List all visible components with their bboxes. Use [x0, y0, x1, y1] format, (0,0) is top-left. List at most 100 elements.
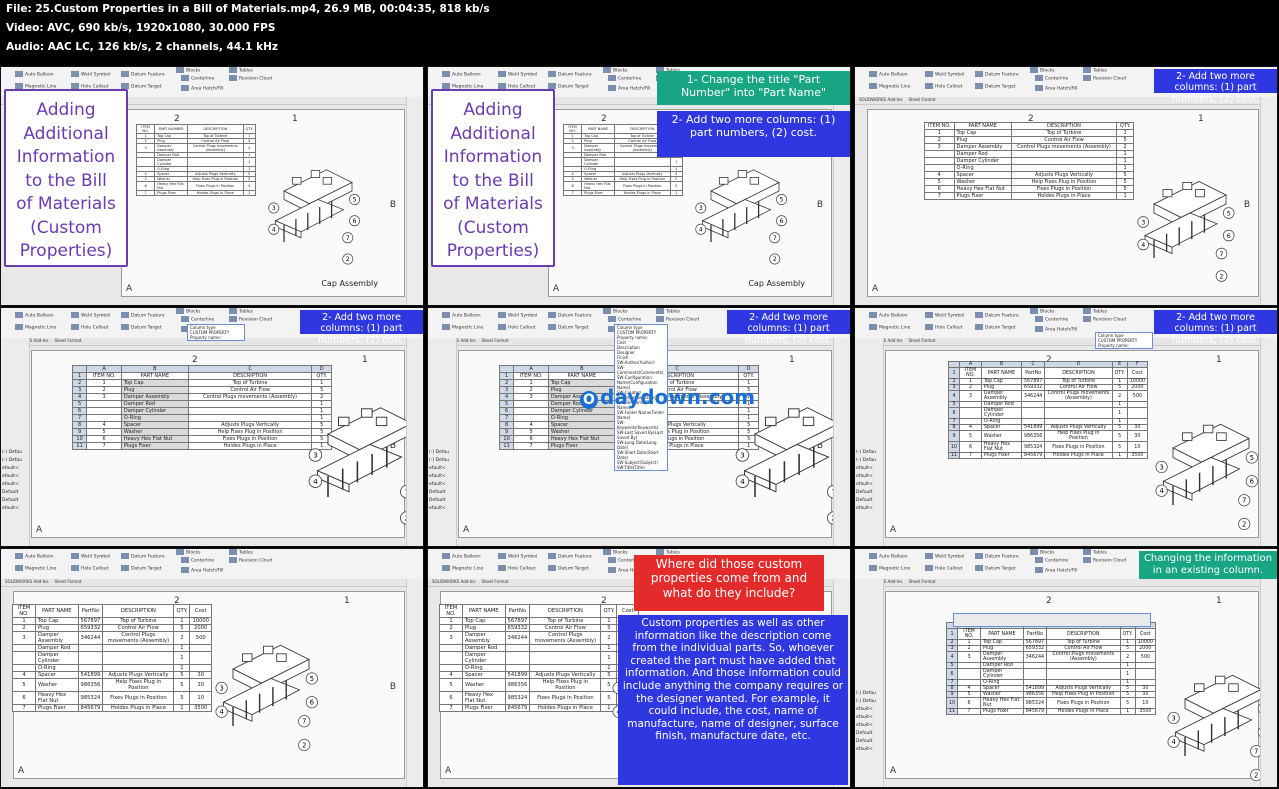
magnetic-line-button[interactable]: Magnetic Line [869, 83, 910, 90]
column-letter[interactable]: A [513, 365, 549, 373]
table-row[interactable]: 4 3 Damper Assembly 346244 Control Plugs mov… [947, 390, 1149, 402]
column-header[interactable]: PartNo [504, 604, 531, 618]
blocks-label[interactable]: Blocks [603, 549, 628, 556]
column-header[interactable]: DESCRIPTION [1046, 628, 1121, 640]
revision-cloud-button[interactable]: Revision Cloud [1083, 557, 1126, 564]
hole-callout-button[interactable]: Hole Callout [71, 324, 108, 331]
table-row[interactable]: 6 Heavy Hex Flat Nut Fixes Plugs in Positi… [135, 181, 257, 191]
bill-of-materials-table[interactable]: ITEM NO. PART NUMBER DESCRIPTION QTY. 1 Top C… [135, 124, 257, 196]
table-row[interactable]: Damper Cylinder 1 [924, 157, 1134, 165]
auto-balloon-button[interactable]: Auto Balloon [442, 553, 481, 560]
feature-tree-item[interactable]: (-) Defau [429, 450, 449, 455]
column-letter[interactable]: A [86, 365, 122, 373]
centerline-button[interactable]: Centerline [608, 316, 641, 323]
table-row[interactable]: O-Ring 1 [439, 664, 639, 672]
video-thumbnail-3[interactable]: Auto Balloon Magnetic Line Weld Symbol Hole… [854, 66, 1278, 306]
column-header[interactable]: PART NAME [461, 604, 506, 618]
revision-cloud-button[interactable]: Revision Cloud [229, 75, 272, 82]
feature-tree-item[interactable]: efault< [856, 482, 873, 487]
feature-tree-item[interactable]: Default [856, 739, 872, 744]
auto-balloon-button[interactable]: Auto Balloon [869, 71, 908, 78]
feature-tree-item[interactable]: efault< [856, 715, 873, 720]
bill-of-materials-table[interactable]: A B C D 1 ITEM NO. PART NAME DESCRIPTION QTY. 2 1 T… [71, 365, 332, 450]
centerline-button[interactable]: Centerline [1035, 75, 1068, 82]
auto-balloon-button[interactable]: Auto Balloon [869, 312, 908, 319]
dropdown-option[interactable]: SW-Long Date(Long Date) [615, 440, 667, 450]
feature-tree-item[interactable]: Default [2, 498, 18, 503]
column-letter[interactable]: C [187, 365, 313, 373]
table-row[interactable]: 3 Damper Assembly 346244 Control Plugs move… [439, 631, 639, 645]
column-header[interactable]: PartNo [1021, 367, 1046, 379]
feature-tree-item[interactable]: efault< [429, 466, 446, 471]
area-hatch-button[interactable]: Area Hatch/Fill [1035, 567, 1078, 574]
weld-symbol-button[interactable]: Weld Symbol [498, 553, 537, 560]
table-row[interactable]: 6 Damper Cylinder 1 [71, 407, 332, 415]
video-thumbnail-7[interactable]: Auto Balloon Magnetic Line Weld Symbol Hole… [0, 548, 424, 788]
tab-addins[interactable]: SOLIDWORKS Add-Ins [859, 97, 902, 102]
table-row[interactable]: 2 1 Top Cap Top of Turbine 1 [71, 379, 332, 387]
feature-tree-item[interactable]: efault< [2, 482, 19, 487]
column-header[interactable]: PartNo [77, 604, 104, 618]
tables-label[interactable]: Tables [1083, 308, 1107, 315]
table-row[interactable]: 10 6 Heavy Hex Flat Nut 985324 Fixes Plugs i… [945, 697, 1157, 709]
column-header[interactable]: ITEM NO. [513, 372, 549, 380]
video-thumbnail-5[interactable]: Auto Balloon Magnetic Line Weld Symbol Hole… [427, 307, 851, 547]
centerline-button[interactable]: Centerline [1035, 316, 1068, 323]
feature-tree-item[interactable]: (-) Defau [2, 450, 22, 455]
blocks-label[interactable]: Blocks [1030, 67, 1055, 74]
table-row[interactable]: Damper Rod1 [439, 644, 639, 652]
datum-feature-button[interactable]: Datum Feature [548, 553, 592, 560]
datum-feature-button[interactable]: Datum Feature [975, 553, 1019, 560]
feature-tree-item[interactable]: (-) Defau [429, 458, 449, 463]
feature-tree-item[interactable]: Default [856, 490, 872, 495]
table-row[interactable]: 8 4 Spacer Adjusts Plugs Vertically 5 [71, 421, 332, 429]
tables-label[interactable]: Tables [229, 549, 253, 556]
column-header[interactable]: DESCRIPTION [1044, 367, 1113, 379]
table-row[interactable]: O-Ring 1 [924, 164, 1134, 172]
centerline-button[interactable]: Centerline [608, 75, 641, 82]
feature-tree-item[interactable]: (-) Defau [856, 691, 876, 696]
column-header[interactable]: Cost [1126, 367, 1149, 379]
blocks-label[interactable]: Blocks [603, 67, 628, 74]
revision-cloud-button[interactable]: Revision Cloud [1083, 75, 1126, 82]
magnetic-line-button[interactable]: Magnetic Line [869, 565, 910, 572]
table-row[interactable]: 1Top Cap567897Top of Turbine110000 [12, 617, 212, 625]
column-header[interactable]: ITEM NO. [959, 367, 982, 379]
table-row[interactable]: 3 Damper Assembly 346244 Control Plugs move… [12, 631, 212, 645]
weld-symbol-button[interactable]: Weld Symbol [71, 553, 110, 560]
hole-callout-button[interactable]: Hole Callout [71, 565, 108, 572]
magnetic-line-button[interactable]: Magnetic Line [442, 565, 483, 572]
table-row[interactable]: 9 5 Washer 986356 Help Fixes Plug in Positio… [947, 430, 1149, 442]
feature-tree-item[interactable]: efault< [429, 474, 446, 479]
datum-target-button[interactable]: Datum Target [975, 565, 1016, 572]
datum-target-button[interactable]: Datum Target [121, 565, 162, 572]
column-header[interactable]: ITEM NO. [86, 372, 122, 380]
tab-sheet-format[interactable]: Sheet Format [54, 338, 81, 343]
auto-balloon-button[interactable]: Auto Balloon [15, 553, 54, 560]
bill-of-materials-table[interactable]: ITEM NO. PART NAME PartNo DESCRIPTION QTY. Co… [439, 604, 639, 712]
column-header[interactable]: ITEM NO. [562, 124, 583, 134]
column-type-popup[interactable]: Column type CUSTOM PROPERTY Property name: [187, 324, 245, 341]
table-row[interactable]: 4 3 Damper Assembly 346244 Control Plugs mov… [945, 651, 1157, 663]
column-header[interactable]: PART NUMBER [154, 124, 188, 134]
feature-tree-item[interactable]: efault< [856, 474, 873, 479]
weld-symbol-button[interactable]: Weld Symbol [925, 553, 964, 560]
auto-balloon-button[interactable]: Auto Balloon [442, 312, 481, 319]
datum-feature-button[interactable]: Datum Feature [975, 71, 1019, 78]
column-header[interactable]: DESCRIPTION [102, 604, 175, 618]
tab-sheet-format[interactable]: Sheet Format [481, 579, 508, 584]
column-header[interactable]: PART NAME [980, 628, 1024, 640]
datum-feature-button[interactable]: Datum Feature [548, 312, 592, 319]
centerline-button[interactable]: Centerline [1035, 557, 1068, 564]
area-hatch-button[interactable]: Area Hatch/Fill [608, 85, 651, 92]
auto-balloon-button[interactable]: Auto Balloon [869, 553, 908, 560]
column-header[interactable]: PART NAME [953, 122, 1012, 130]
feature-tree-item[interactable]: efault< [2, 474, 19, 479]
column-letter[interactable]: B [120, 365, 189, 373]
tab-sheet-format[interactable]: Sheet Format [54, 579, 81, 584]
dropdown-option[interactable]: SW-Folder Name(Folder Name) [615, 410, 667, 420]
table-row[interactable]: Damper Rod1 [924, 150, 1134, 158]
table-row[interactable]: 6 Heavy Hex Flat Nut 985324 Fixes Plugs in … [12, 691, 212, 705]
column-header[interactable]: ITEM NO. [957, 628, 982, 640]
centerline-button[interactable]: Centerline [181, 316, 214, 323]
